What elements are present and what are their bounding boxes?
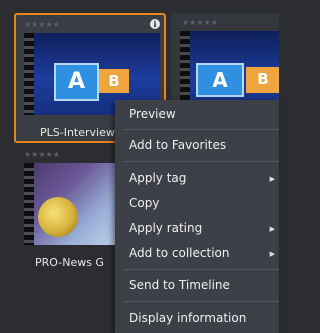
menu-separator xyxy=(123,161,279,162)
film-strip-icon xyxy=(24,33,34,115)
rating-stars[interactable]: ★★★★★ xyxy=(182,18,218,27)
rating-stars[interactable]: ★★★★★ xyxy=(24,20,60,29)
thumbnail-scene xyxy=(34,163,118,245)
menu-item-send-to-timeline[interactable]: Send to Timeline xyxy=(129,278,230,292)
tile-label: PRO-News G xyxy=(35,256,104,269)
menu-item-apply-rating[interactable]: Apply rating xyxy=(129,221,202,235)
rating-stars[interactable]: ★★★★★ xyxy=(24,150,60,159)
thumbnail-panel-b: B xyxy=(99,69,129,93)
submenu-arrow-icon: ▶ xyxy=(269,225,275,233)
submenu-arrow-icon: ▶ xyxy=(269,250,275,258)
menu-separator xyxy=(123,269,279,270)
menu-separator xyxy=(123,301,279,302)
submenu-arrow-icon: ▶ xyxy=(269,175,275,183)
thumbnail-panel-a: A xyxy=(196,63,244,97)
menu-item-display-information[interactable]: Display information xyxy=(129,311,246,325)
thumbnail-panel-a: A xyxy=(54,63,99,101)
menu-item-apply-tag[interactable]: Apply tag xyxy=(129,171,186,185)
menu-item-copy[interactable]: Copy xyxy=(129,196,159,210)
menu-separator xyxy=(123,129,279,130)
menu-item-add-to-favorites[interactable]: Add to Favorites xyxy=(129,138,226,152)
thumbnail xyxy=(24,163,118,245)
context-menu: Preview Add to Favorites Apply tag ▶ Cop… xyxy=(115,100,279,333)
menu-item-preview[interactable]: Preview xyxy=(129,107,176,121)
tile-label: PLS-Interview xyxy=(40,126,115,139)
globe-icon xyxy=(38,197,78,237)
info-icon[interactable]: i xyxy=(150,19,160,29)
menu-item-add-to-collection[interactable]: Add to collection xyxy=(129,246,229,260)
thumbnail-panel-b: B xyxy=(246,67,279,93)
film-strip-icon xyxy=(24,163,34,245)
